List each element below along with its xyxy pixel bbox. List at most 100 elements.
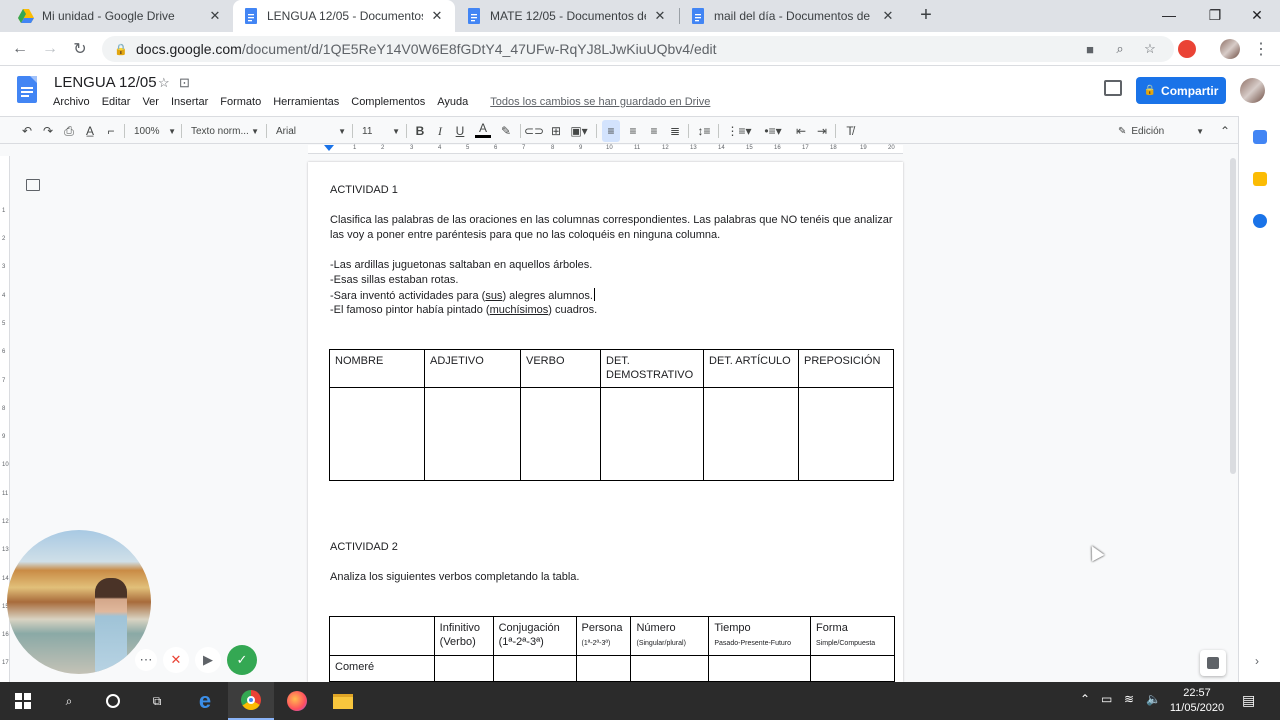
expand-panel-icon[interactable]: › (1255, 654, 1259, 668)
align-center-icon[interactable]: ≡ (624, 120, 642, 142)
redo-icon[interactable]: ↷ (39, 120, 57, 142)
save-status[interactable]: Todos los cambios se han guardado en Dri… (484, 96, 716, 108)
notifications-icon[interactable]: ▤ (1242, 692, 1255, 709)
header-verbo[interactable]: VERBO (520, 349, 601, 388)
volume-icon[interactable]: 🔈 (1146, 692, 1161, 706)
table-cell-verb[interactable]: Comeré (329, 655, 435, 682)
extension-icon[interactable] (1178, 40, 1196, 58)
collapse-menu-icon[interactable]: ⌃ (1216, 120, 1234, 142)
close-tab-icon[interactable]: ✕ (429, 8, 445, 24)
line-spacing-icon[interactable]: ↕≡ (694, 120, 714, 142)
link-icon[interactable]: ⊂⊃ (524, 120, 544, 142)
scrollbar-thumb[interactable] (1230, 158, 1236, 474)
add-comment-icon[interactable]: ⊞ (548, 120, 564, 142)
paint-format-icon[interactable]: ⌐ (102, 120, 120, 142)
system-clock[interactable]: 22:57 11/05/2020 (1164, 686, 1230, 716)
wifi-icon[interactable]: ≋ (1124, 692, 1134, 706)
explore-button[interactable] (1200, 650, 1226, 676)
table-cell[interactable] (329, 387, 425, 481)
highlight-icon[interactable]: ✎ (498, 120, 514, 142)
italic-icon[interactable]: I (432, 120, 448, 142)
edge-icon[interactable]: e (182, 682, 228, 720)
increase-indent-icon[interactable]: ⇥ (813, 120, 831, 142)
search-icon[interactable]: ⌕ (46, 682, 92, 720)
menu-complementos[interactable]: Complementos (345, 96, 431, 108)
chrome-icon[interactable] (228, 682, 274, 720)
maximize-button[interactable]: ❐ (1192, 0, 1238, 30)
header-preposicion[interactable]: PREPOSICIÓN (798, 349, 894, 388)
table-cell[interactable] (575, 655, 632, 682)
firefox-icon[interactable] (274, 682, 320, 720)
close-window-button[interactable]: ✕ (1234, 0, 1280, 30)
print-icon[interactable]: ⎙ (60, 120, 78, 142)
font-select[interactable]: Arial ▼ (276, 121, 346, 141)
move-folder-icon[interactable]: ⊡ (179, 75, 190, 91)
header-adjetivo[interactable]: ADJETIVO (424, 349, 521, 388)
document-outline-icon[interactable] (26, 179, 40, 191)
table-cell[interactable] (424, 387, 521, 481)
windows-start-icon[interactable] (0, 682, 46, 720)
camera-icon[interactable]: ■ (1076, 36, 1104, 62)
table-cell[interactable] (600, 387, 704, 481)
menu-insertar[interactable]: Insertar (165, 96, 214, 108)
menu-ayuda[interactable]: Ayuda (431, 96, 474, 108)
star-icon[interactable]: ☆ (158, 75, 170, 91)
table-cell[interactable] (810, 655, 895, 682)
header-tiempo[interactable]: Tiempo Pasado-Presente-Futuro (708, 616, 812, 656)
header-empty[interactable] (329, 616, 435, 656)
header-numero[interactable]: Número (Singular/plural) (630, 616, 710, 656)
zoom-select[interactable]: 100% ▼ (134, 121, 176, 141)
calendar-icon[interactable] (1253, 130, 1267, 144)
insert-image-icon[interactable]: ▣▾ (568, 120, 590, 142)
close-tab-icon[interactable]: ✕ (880, 8, 896, 24)
numbered-list-icon[interactable]: ⋮≡▾ (724, 120, 754, 142)
show-hidden-icons-icon[interactable]: ⌃ (1080, 692, 1090, 706)
tab-drive[interactable]: Mi unidad - Google Drive ✕ (8, 0, 233, 32)
underline-icon[interactable]: U (452, 120, 468, 142)
header-conjugacion[interactable]: Conjugación (1ª-2ª-3ª) (492, 616, 577, 656)
undo-icon[interactable]: ↶ (18, 120, 36, 142)
editing-mode-select[interactable]: ✎ Edición ▼ (1118, 121, 1204, 141)
file-explorer-icon[interactable] (320, 682, 366, 720)
account-avatar[interactable] (1240, 78, 1265, 103)
tab-mail[interactable]: mail del día - Documentos de Google ✕ (680, 0, 906, 32)
battery-icon[interactable]: ▭ (1101, 692, 1112, 706)
menu-ver[interactable]: Ver (136, 96, 165, 108)
forward-button[interactable]: → (37, 37, 63, 61)
text-color-icon[interactable]: A (475, 120, 491, 138)
menu-archivo[interactable]: Archivo (47, 96, 96, 108)
zoom-icon[interactable]: ⌕ (1106, 36, 1134, 62)
minimize-button[interactable]: — (1146, 0, 1192, 30)
bulleted-list-icon[interactable]: •≡▾ (758, 120, 788, 142)
tab-mate[interactable]: MATE 12/05 - Documentos de Google ✕ (456, 0, 678, 32)
browser-menu-icon[interactable]: ⋮ (1248, 37, 1274, 61)
tasks-icon[interactable] (1253, 214, 1267, 228)
finish-recording-icon[interactable]: ✓ (227, 645, 257, 675)
document-title[interactable]: LENGUA 12/05 (54, 74, 157, 91)
cortana-icon[interactable] (90, 682, 136, 720)
cancel-recording-icon[interactable]: ✕ (163, 647, 189, 673)
reload-button[interactable]: ↻ (67, 37, 93, 61)
indent-marker[interactable] (324, 145, 334, 151)
font-size-select[interactable]: 11 ▼ (362, 121, 400, 141)
justify-icon[interactable]: ≣ (666, 120, 684, 142)
style-select[interactable]: Texto norm... ▼ (191, 121, 259, 141)
pause-recording-icon[interactable]: ▶ (195, 647, 221, 673)
clear-formatting-icon[interactable]: T̸ (841, 120, 859, 142)
spellcheck-icon[interactable]: A̲ (81, 120, 99, 142)
table-cell[interactable] (630, 655, 710, 682)
profile-avatar[interactable] (1220, 39, 1240, 59)
header-nombre[interactable]: NOMBRE (329, 349, 425, 388)
table-cell[interactable] (798, 387, 894, 481)
url-field[interactable]: 🔒 docs.google.com/document/d/1QE5ReY14V0… (102, 36, 1174, 62)
menu-formato[interactable]: Formato (214, 96, 267, 108)
menu-herramientas[interactable]: Herramientas (267, 96, 345, 108)
classification-table[interactable]: NOMBRE ADJETIVO VERBO DET. DEMOSTRATIVO D… (329, 349, 894, 481)
bold-icon[interactable]: B (412, 120, 428, 142)
align-left-icon[interactable]: ≡ (602, 120, 620, 142)
decrease-indent-icon[interactable]: ⇤ (792, 120, 810, 142)
task-view-icon[interactable]: ⧉ (134, 682, 180, 720)
verb-analysis-table[interactable]: Infinitivo (Verbo) Conjugación (1ª-2ª-3ª) … (329, 616, 895, 682)
bookmark-star-icon[interactable]: ☆ (1136, 36, 1164, 62)
close-tab-icon[interactable]: ✕ (652, 8, 668, 24)
